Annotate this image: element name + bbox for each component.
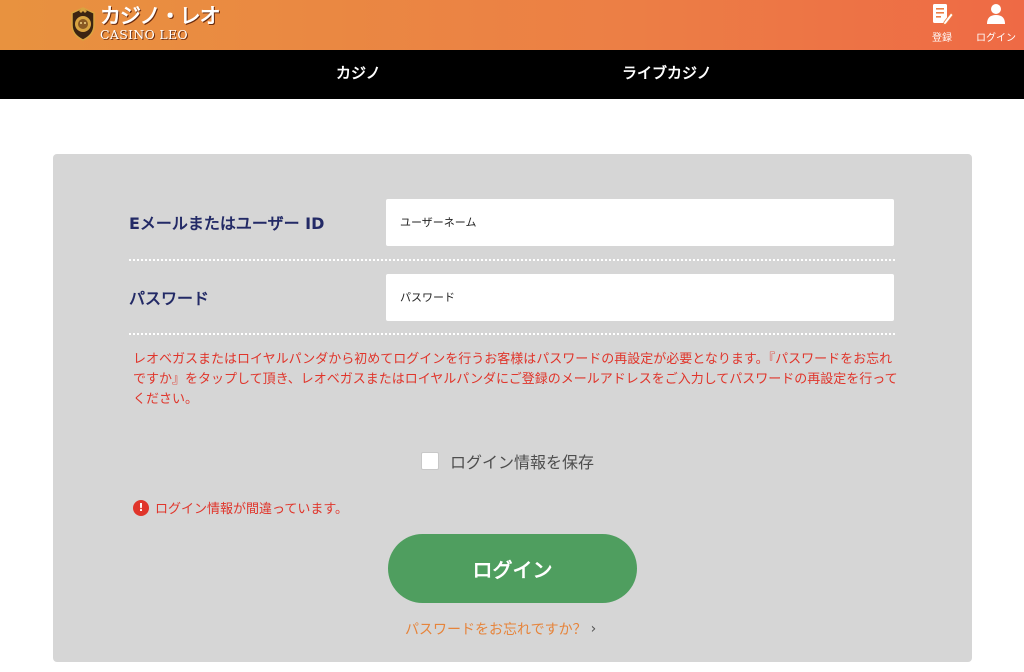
exclamation-icon: ! (133, 499, 149, 516)
chevron-right-icon: › (590, 621, 597, 637)
password-field[interactable] (386, 274, 894, 321)
password-reset-notice: レオベガスまたはロイヤルパンダから初めてログインを行うお客様はパスワードの再設定… (133, 352, 898, 407)
header-login-button[interactable]: ログイン (971, 2, 1021, 46)
header-login-label: ログイン (976, 33, 1016, 44)
nav-item-casino[interactable]: カジノ (336, 50, 381, 99)
casino-leo-logo[interactable]: カジノ・レオ CASINO LEO (70, 3, 221, 45)
remember-checkbox[interactable] (421, 452, 439, 470)
divider (129, 259, 895, 261)
login-panel: Eメールまたはユーザー ID パスワード レオベガスまたはロイヤルパンダから初め… (53, 154, 972, 662)
password-label: パスワード (129, 289, 210, 308)
login-error-message: ! ログイン情報が間違っています。 (133, 498, 348, 517)
logo-japanese-text: カジノ・レオ (100, 4, 221, 29)
register-form-icon (933, 4, 954, 26)
email-field[interactable] (386, 199, 894, 246)
login-button[interactable]: ログイン (388, 534, 637, 603)
main-nav: カジノ ライブカジノ (0, 50, 1024, 99)
user-icon (987, 4, 1005, 24)
remember-label[interactable]: ログイン情報を保存 (450, 449, 594, 473)
register-label: 登録 (932, 33, 952, 44)
remember-login[interactable]: ログイン情報を保存 (421, 449, 594, 473)
email-label: Eメールまたはユーザー ID (129, 214, 325, 233)
register-button[interactable]: 登録 (917, 2, 967, 46)
error-text: ログイン情報が間違っています。 (155, 502, 349, 517)
forgot-password-text[interactable]: パスワードをお忘れですか？ (405, 619, 587, 639)
forgot-password-link[interactable]: パスワードをお忘れですか？ › (405, 619, 596, 639)
top-header: カジノ・レオ CASINO LEO 登録 ログイン (0, 0, 1024, 50)
lion-crest-icon (71, 7, 95, 41)
nav-item-live-casino[interactable]: ライブカジノ (622, 50, 712, 99)
logo-english-text: CASINO LEO (100, 27, 188, 43)
divider (129, 333, 895, 335)
